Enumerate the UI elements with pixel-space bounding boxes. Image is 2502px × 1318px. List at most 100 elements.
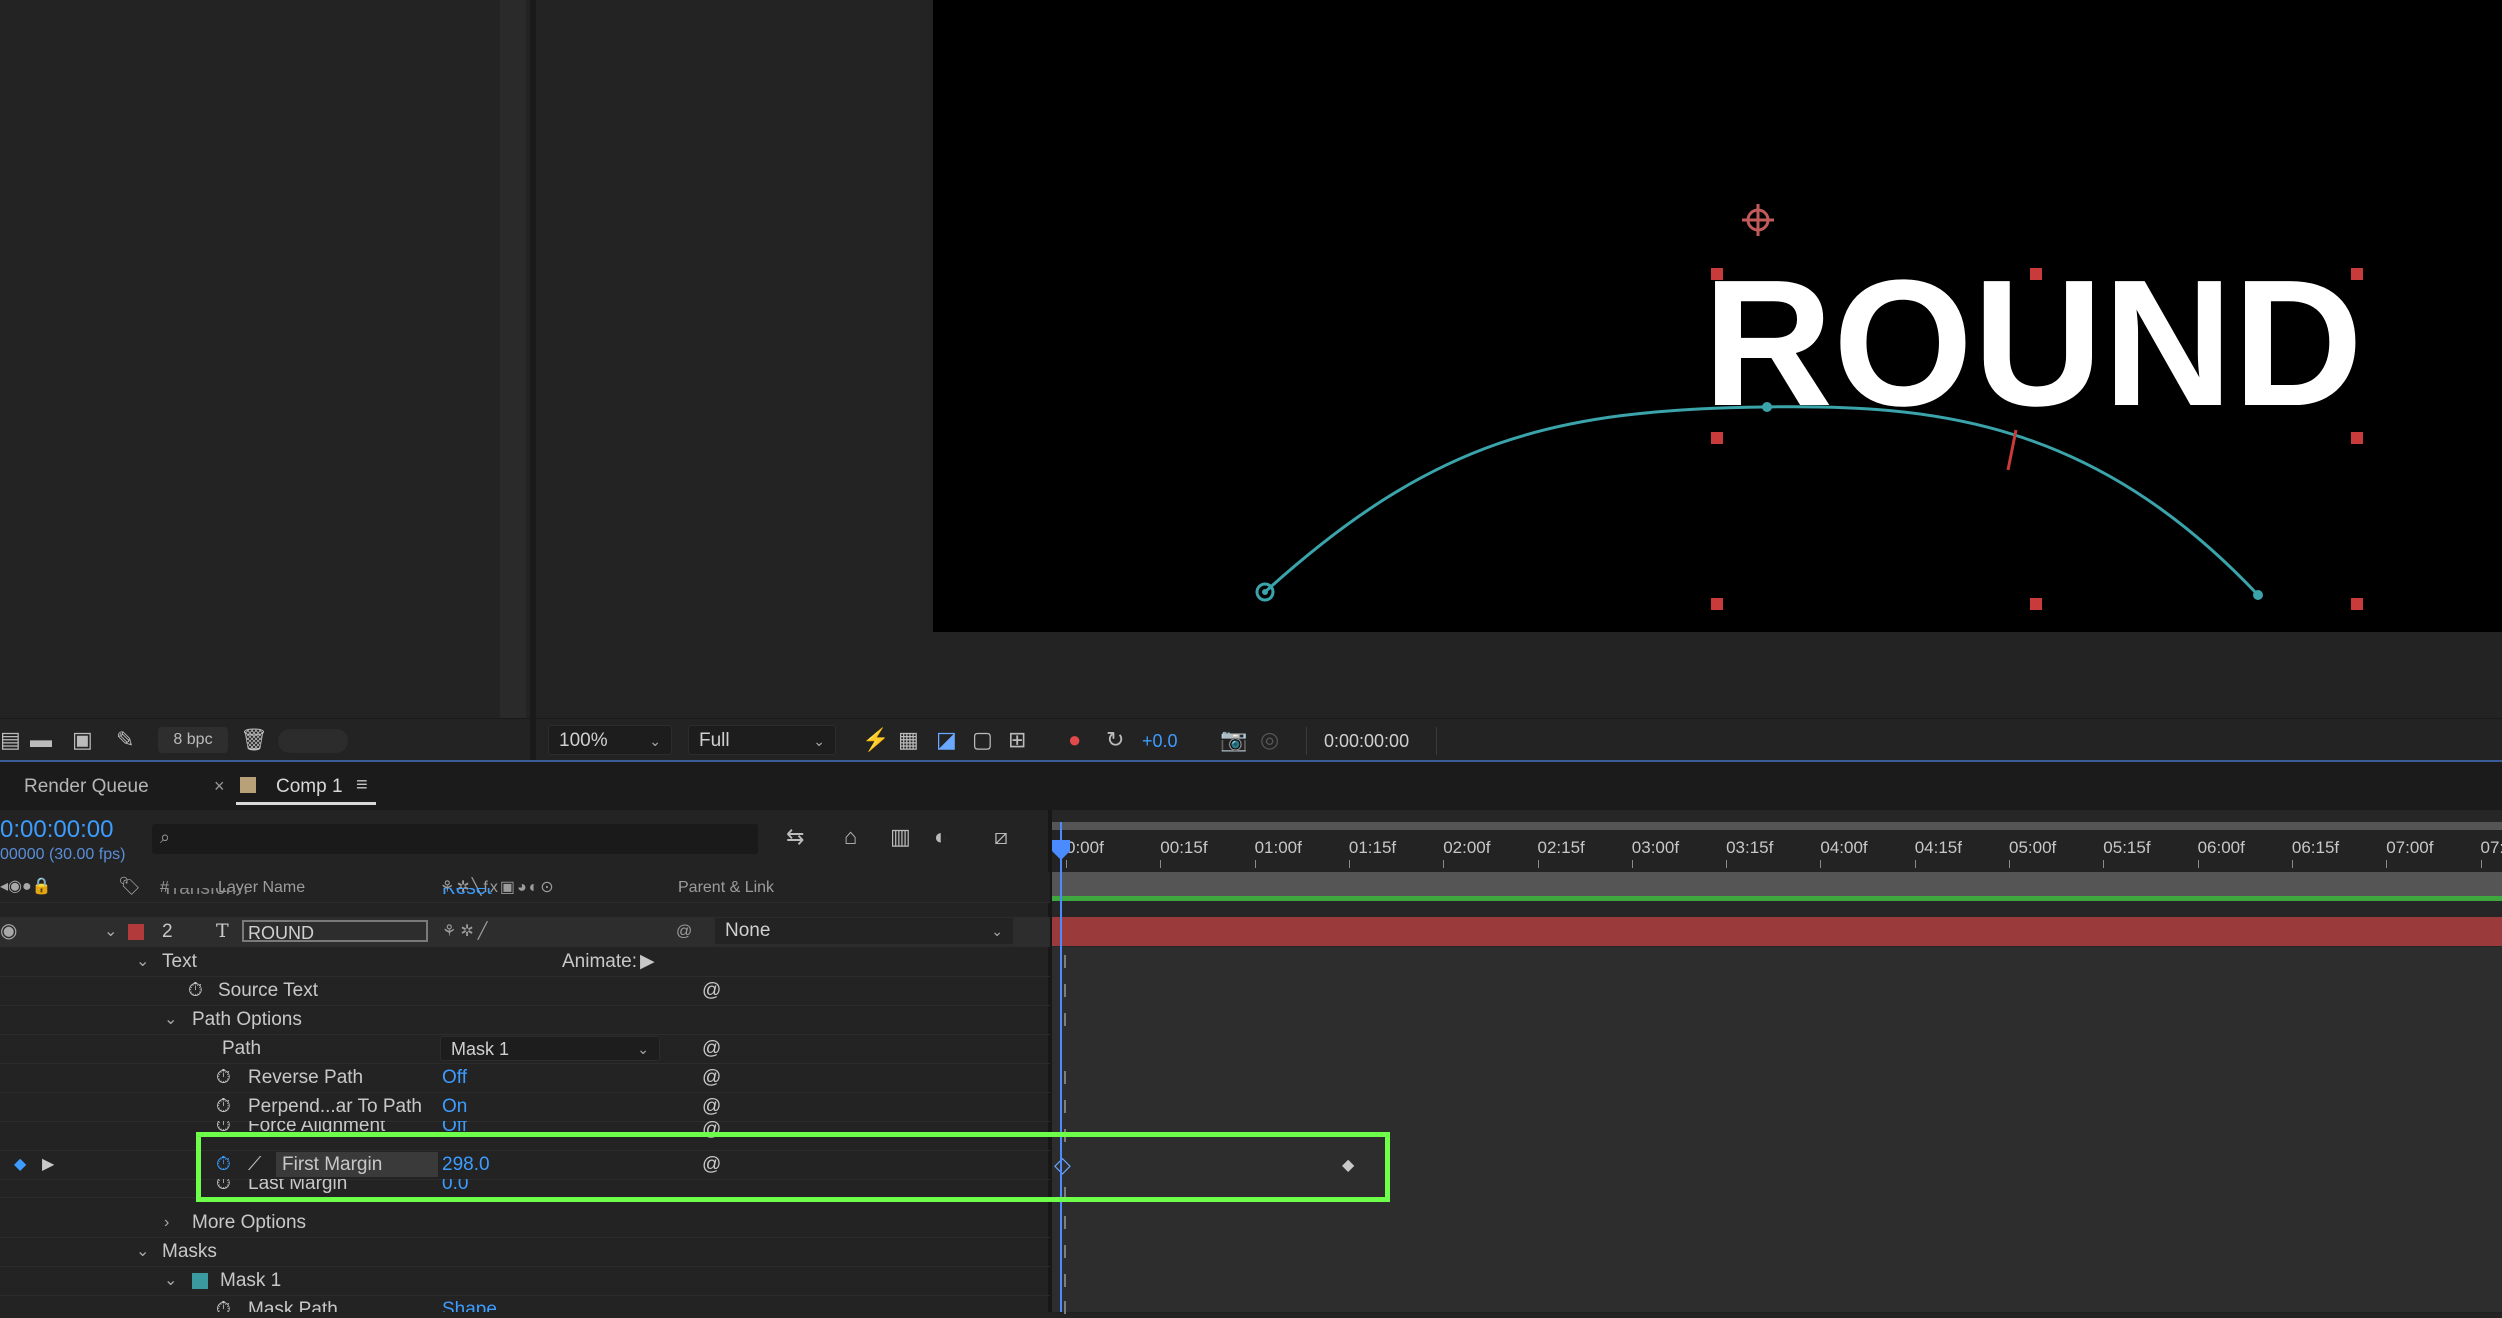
playhead-line[interactable] xyxy=(1060,822,1062,1312)
more-options-row[interactable]: › More Options xyxy=(0,1208,1050,1238)
frame-blending-icon[interactable]: ◐ xyxy=(934,826,947,848)
stopwatch-icon[interactable]: ⏱ xyxy=(216,1092,231,1121)
ruler-label: 04:00f xyxy=(1820,838,1867,858)
color-management-icon[interactable]: ↻ xyxy=(1106,729,1124,751)
pickwhip-icon[interactable]: @ xyxy=(676,917,692,946)
trash-icon[interactable]: 🗑 xyxy=(240,729,268,751)
chevron-down-icon: ⌄ xyxy=(637,1037,649,1061)
text-group-label: Text xyxy=(162,947,197,976)
layer-search-input[interactable]: ⌕ xyxy=(152,824,758,854)
track-row xyxy=(1052,1295,2502,1313)
fast-previews-icon[interactable]: ⚡ xyxy=(862,729,889,751)
tab-menu-icon[interactable]: ≡ xyxy=(356,774,368,797)
ruler-tick xyxy=(1349,860,1350,868)
source-text-label: Source Text xyxy=(218,976,318,1005)
chevron-down-icon[interactable]: ⌄ xyxy=(136,947,149,976)
close-icon[interactable]: × xyxy=(214,776,225,797)
ruler-label: 02:15f xyxy=(1538,838,1585,858)
ruler-tick xyxy=(1255,860,1256,868)
layer-label-color[interactable] xyxy=(128,924,144,940)
ruler-label: 02:00f xyxy=(1443,838,1490,858)
pickwhip-icon[interactable]: @ xyxy=(702,1034,721,1063)
pickwhip-icon[interactable]: @ xyxy=(702,1063,721,1092)
comp-mini-flowchart-icon[interactable]: ⇆ xyxy=(786,826,804,848)
chevron-down-icon[interactable]: ⌄ xyxy=(164,1005,177,1034)
new-comp-icon[interactable]: ▣ xyxy=(72,729,93,751)
mask-1-row[interactable]: ⌄ Mask 1 xyxy=(0,1266,1050,1296)
chevron-down-icon: ⌄ xyxy=(813,726,825,756)
thumbnail-slider[interactable] xyxy=(278,729,348,753)
composition-canvas[interactable]: ROUND xyxy=(933,0,2502,632)
stopwatch-icon[interactable]: ⏱ xyxy=(216,1295,231,1312)
folder-icon[interactable]: ▬ xyxy=(30,729,52,751)
transform-reset-link[interactable]: Reset xyxy=(442,888,492,902)
stopwatch-icon[interactable]: ⏱ xyxy=(216,1063,231,1092)
ruler-label: 07:00f xyxy=(2386,838,2433,858)
region-of-interest-icon[interactable]: ▢ xyxy=(972,729,993,751)
flowchart-icon[interactable]: ✎ xyxy=(116,729,134,751)
next-keyframe-icon[interactable]: ▶ xyxy=(42,1150,54,1179)
show-snapshot-icon[interactable]: ◎ xyxy=(1260,729,1279,751)
chevron-down-icon[interactable]: ⌄ xyxy=(104,917,117,946)
ruler-tick xyxy=(2103,860,2104,868)
channel-icon[interactable]: ● xyxy=(1068,729,1081,751)
chevron-down-icon[interactable]: ⌄ xyxy=(164,1266,177,1295)
eye-visibility-icon[interactable]: ◉ xyxy=(0,917,17,946)
ruler-tick xyxy=(2009,860,2010,868)
track-row xyxy=(1052,1237,2502,1267)
viewer-timecode[interactable]: 0:00:00:00 xyxy=(1324,731,1409,752)
exposure-value[interactable]: +0.0 xyxy=(1142,731,1178,752)
animate-play-icon[interactable]: ▶ xyxy=(640,947,655,976)
text-group-row[interactable]: ⌄ Text Animate: ▶ xyxy=(0,947,1050,977)
stopwatch-icon[interactable]: ⏱ xyxy=(188,976,203,1005)
ruler-tick xyxy=(1726,860,1727,868)
chevron-right-icon[interactable]: › xyxy=(164,1208,169,1237)
layer-name-field[interactable]: ROUND xyxy=(242,920,428,942)
keyframe-diamond-icon[interactable]: ◆ xyxy=(14,1150,26,1179)
masks-row[interactable]: ⌄ Masks xyxy=(0,1237,1050,1267)
draft-3d-icon[interactable]: ⌂ xyxy=(844,826,857,848)
current-time-display[interactable]: 0:00:00:00 xyxy=(0,816,113,844)
parent-dropdown[interactable]: None⌄ xyxy=(714,917,1014,945)
mask-path-value[interactable]: Shape xyxy=(442,1295,497,1312)
layer-switches-icon[interactable]: ⚘✲╱ xyxy=(442,917,491,946)
tab-comp-1[interactable]: Comp 1 xyxy=(276,776,343,798)
mask-path-row[interactable]: ⏱ Mask Path Shape xyxy=(0,1295,1050,1312)
path-mask-dropdown[interactable]: Mask 1⌄ xyxy=(440,1036,660,1061)
perpendicular-row[interactable]: ⏱ Perpend...ar To Path On @ xyxy=(0,1092,1050,1122)
track-row xyxy=(1052,1034,2502,1064)
pickwhip-icon[interactable]: @ xyxy=(702,976,721,1005)
grid-guides-icon[interactable]: ⊞ xyxy=(1008,729,1026,751)
project-scrollbar[interactable] xyxy=(500,0,526,720)
path-options-row[interactable]: ⌄ Path Options xyxy=(0,1005,1050,1035)
chevron-down-icon[interactable]: ⌄ xyxy=(136,1237,149,1266)
layer-row[interactable]: ◉ ⌄ 2 T ROUND ⚘✲╱ @ None⌄ xyxy=(0,917,1050,947)
pickwhip-icon[interactable]: @ xyxy=(702,1092,721,1121)
bit-depth-button[interactable]: 8 bpc xyxy=(158,727,228,753)
resolution-dropdown[interactable]: Full ⌄ xyxy=(688,725,836,755)
zoom-value: 100% xyxy=(559,730,608,751)
mask-visibility-icon[interactable]: ◪ xyxy=(936,729,957,751)
reverse-path-value[interactable]: Off xyxy=(442,1063,467,1092)
transparency-grid-icon[interactable]: ▦ xyxy=(898,729,919,751)
interpret-footage-icon[interactable]: ▤ xyxy=(0,729,21,751)
graph-editor-icon[interactable]: ⧄ xyxy=(994,826,1008,848)
source-text-row[interactable]: ⏱ Source Text @ xyxy=(0,976,1050,1006)
work-area-bar[interactable] xyxy=(1052,822,2502,830)
layer-duration-bar[interactable] xyxy=(1052,917,2502,946)
masks-label: Masks xyxy=(162,1237,217,1266)
ruler-label: 05:00f xyxy=(2009,838,2056,858)
ruler-tick xyxy=(1443,860,1444,868)
resolution-value: Full xyxy=(699,730,730,751)
reverse-path-row[interactable]: ⏱ Reverse Path Off @ xyxy=(0,1063,1050,1093)
project-panel xyxy=(0,0,530,760)
ruler-tick xyxy=(2292,860,2293,868)
shy-layers-icon[interactable]: ▥ xyxy=(890,826,911,848)
ruler-label: 07:15f xyxy=(2481,838,2502,858)
perpendicular-value[interactable]: On xyxy=(442,1092,467,1121)
tab-render-queue[interactable]: Render Queue xyxy=(24,776,149,798)
path-row[interactable]: Path Mask 1⌄ @ xyxy=(0,1034,1050,1064)
zoom-dropdown[interactable]: 100%⌄ xyxy=(548,725,672,755)
snapshot-icon[interactable]: 📷 xyxy=(1220,729,1247,751)
mask-color-swatch[interactable] xyxy=(192,1273,208,1289)
